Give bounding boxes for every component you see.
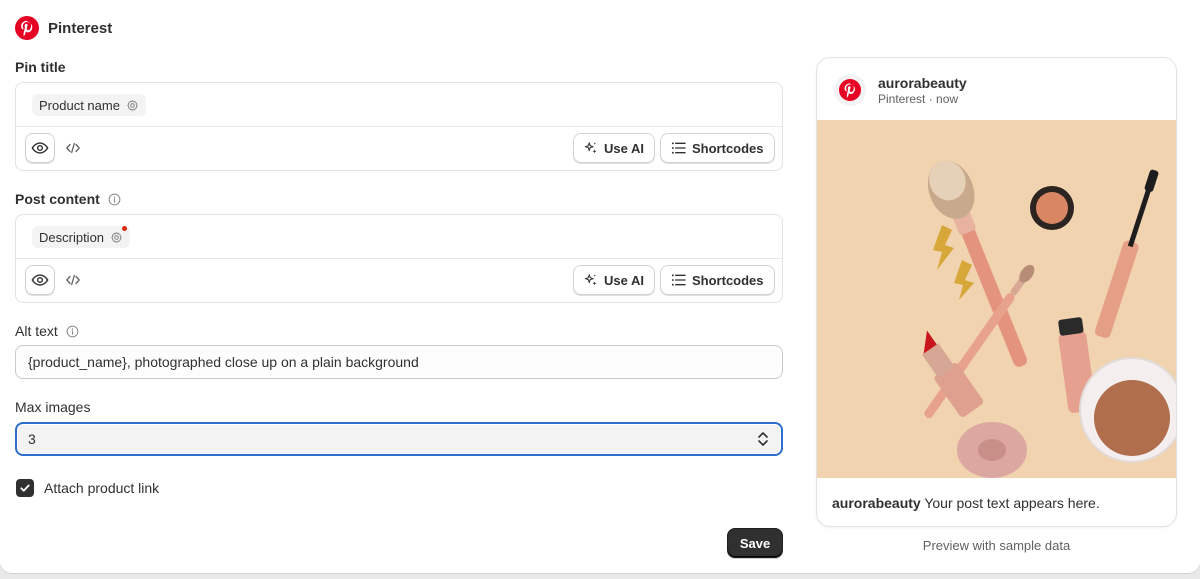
attach-product-link-checkbox[interactable] — [16, 479, 34, 497]
use-ai-button[interactable]: Use AI — [573, 133, 655, 163]
pin-title-editor[interactable]: Product name Use AI Shortcodes — [15, 82, 783, 171]
eye-icon — [31, 274, 49, 286]
alt-text-label-text: Alt text — [15, 323, 58, 339]
use-ai-button[interactable]: Use AI — [573, 265, 655, 295]
attach-product-link-label: Attach product link — [44, 480, 160, 496]
info-icon[interactable] — [66, 325, 79, 338]
shortcodes-button[interactable]: Shortcodes — [660, 133, 775, 163]
card-header: Pinterest — [15, 16, 112, 40]
alt-text-label: Alt text — [15, 323, 79, 339]
caption-text: Your post text appears here. — [920, 495, 1100, 511]
page-title: Pinterest — [48, 19, 113, 37]
eye-icon — [31, 142, 49, 154]
preview-subtitle: Pinterest · now — [878, 92, 959, 106]
preview-caption: aurorabeauty Your post text appears here… — [832, 495, 1100, 511]
pin-title-editor-content[interactable]: Product name — [16, 83, 782, 127]
save-button[interactable]: Save — [727, 528, 783, 558]
chevron-down-icon[interactable] — [757, 439, 769, 448]
preview-toggle-button[interactable] — [25, 265, 55, 295]
gear-icon[interactable] — [110, 231, 123, 244]
code-icon — [66, 142, 80, 154]
description-token[interactable]: Description — [32, 226, 131, 248]
chevron-up-icon[interactable] — [757, 430, 769, 439]
preview-note: Preview with sample data — [922, 538, 1071, 553]
post-content-label: Post content — [15, 191, 121, 207]
preview-header: aurorabeauty Pinterest · now — [817, 58, 1176, 120]
code-view-button[interactable] — [62, 137, 84, 159]
number-stepper[interactable] — [753, 427, 773, 451]
max-images-value: 3 — [28, 431, 36, 447]
info-icon[interactable] — [108, 193, 121, 206]
pin-preview-card: aurorabeauty Pinterest · now aurorabeaut… — [816, 57, 1177, 527]
gear-icon[interactable] — [126, 99, 139, 112]
post-content-editor-content[interactable]: Description — [16, 215, 782, 259]
alt-text-input[interactable]: {product_name}, photographed close up on… — [15, 345, 783, 379]
checkmark-icon — [20, 484, 30, 492]
code-view-button[interactable] — [62, 269, 84, 291]
post-content-editor[interactable]: Description Use AI Shortcodes — [15, 214, 783, 303]
sparkle-icon — [584, 142, 597, 154]
pinterest-logo-icon — [15, 16, 39, 40]
pinterest-logo-icon — [839, 79, 861, 101]
shortcodes-label: Shortcodes — [692, 140, 764, 156]
sparkle-icon — [584, 274, 597, 286]
max-images-label: Max images — [15, 399, 90, 415]
product-name-token[interactable]: Product name — [32, 94, 146, 116]
list-icon — [671, 142, 686, 154]
shortcodes-label: Shortcodes — [692, 272, 764, 288]
list-icon — [671, 274, 686, 286]
use-ai-label: Use AI — [604, 140, 644, 156]
token-label: Product name — [39, 97, 120, 113]
avatar — [834, 74, 866, 106]
shortcodes-button[interactable]: Shortcodes — [660, 265, 775, 295]
pin-title-toolbar: Use AI Shortcodes — [16, 127, 782, 171]
preview-account-name: aurorabeauty — [878, 75, 967, 91]
pin-title-label: Pin title — [15, 59, 66, 75]
preview-image — [817, 120, 1176, 478]
pinterest-settings-card: Pinterest Pin title Product name Use AI … — [0, 0, 1200, 573]
post-content-toolbar: Use AI Shortcodes — [16, 259, 782, 303]
alt-text-value: {product_name}, photographed close up on… — [28, 354, 419, 370]
max-images-input[interactable]: 3 — [15, 422, 783, 456]
cosmetics-illustration — [817, 120, 1176, 478]
post-content-label-text: Post content — [15, 191, 100, 207]
notification-dot — [122, 226, 128, 231]
preview-toggle-button[interactable] — [25, 133, 55, 163]
code-icon — [66, 274, 80, 286]
caption-user: aurorabeauty — [832, 495, 921, 511]
pin-title-label-text: Pin title — [15, 59, 66, 75]
use-ai-label: Use AI — [604, 272, 644, 288]
attach-product-link-row[interactable]: Attach product link — [16, 479, 159, 497]
token-label: Description — [39, 229, 105, 245]
max-images-label-text: Max images — [15, 399, 91, 415]
